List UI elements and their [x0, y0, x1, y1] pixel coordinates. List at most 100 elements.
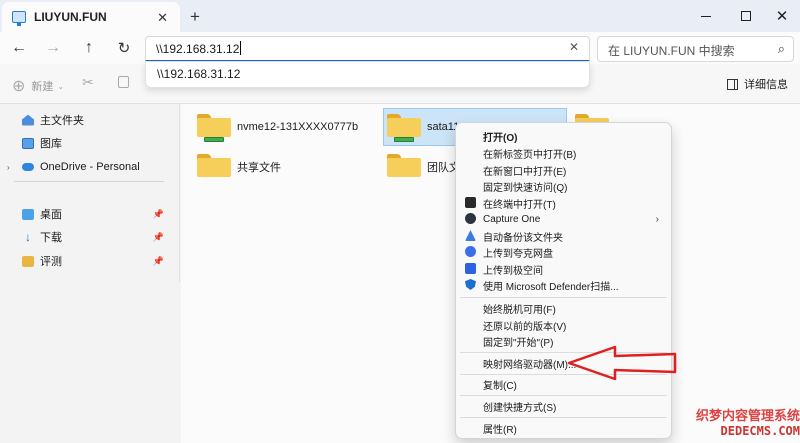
annotation-arrow-icon [567, 345, 677, 381]
network-folder-icon [197, 114, 231, 142]
sidebar-item-label: 图库 [40, 138, 62, 150]
menu-label: 打开(O) [483, 132, 518, 144]
folder-icon [387, 154, 421, 180]
menu-label: 在新窗口中打开(E) [483, 166, 567, 178]
menu-item-open-terminal[interactable]: 在终端中打开(T) [460, 195, 667, 211]
address-input[interactable]: \\192.168.31.12 ✕ [145, 36, 590, 62]
sidebar-divider [14, 181, 164, 182]
watermark-line1: 织梦内容管理系统 [695, 408, 800, 423]
menu-item-open[interactable]: 打开(O) [460, 128, 667, 144]
home-icon [22, 114, 34, 126]
maximize-icon [741, 11, 751, 21]
minimize-icon [701, 15, 711, 17]
chevron-right-icon: › [655, 213, 659, 225]
menu-item-pin-quick-access[interactable]: 固定到快速访问(Q) [460, 178, 667, 194]
menu-separator [460, 417, 667, 418]
title-bar: LIUYUN.FUN ✕ + ✕ [0, 0, 800, 32]
watermark-logo: 织梦内容管理系统 DEDECMS.COM [674, 405, 800, 443]
menu-label: 上传到极空间 [483, 265, 543, 277]
folder-item[interactable]: 共享文件 [197, 148, 377, 186]
up-button[interactable]: ↑ [78, 37, 100, 59]
terminal-icon [465, 197, 476, 208]
forward-button[interactable]: → [42, 37, 64, 59]
watermark-line2: DEDECMS.COM [720, 424, 800, 438]
menu-item-upload-quark[interactable]: 上传到夸克网盘 [460, 244, 667, 260]
folder-name: 共享文件 [237, 162, 281, 174]
backup-icon [465, 230, 476, 241]
sidebar-item-label: 桌面 [40, 209, 62, 221]
clear-address-icon[interactable]: ✕ [569, 40, 579, 54]
tab-liuyun[interactable]: LIUYUN.FUN ✕ [2, 2, 180, 32]
details-label: 详细信息 [744, 79, 788, 91]
maximize-button[interactable] [726, 0, 766, 32]
menu-label: 还原以前的版本(V) [483, 321, 567, 333]
sidebar-scrollbar[interactable] [172, 104, 180, 282]
menu-item-auto-backup[interactable]: 自动备份该文件夹 [460, 228, 667, 244]
menu-item-defender-scan[interactable]: 使用 Microsoft Defender扫描... [460, 277, 667, 293]
menu-label: 映射网络驱动器(M)... [483, 359, 577, 371]
menu-label: 在终端中打开(T) [483, 199, 556, 211]
search-input[interactable]: 在 LIUYUN.FUN 中搜索 ⌕ [597, 36, 794, 62]
menu-item-restore-versions[interactable]: 还原以前的版本(V) [460, 317, 667, 333]
menu-item-open-new-window[interactable]: 在新窗口中打开(E) [460, 162, 667, 178]
tab-title: LIUYUN.FUN [34, 10, 107, 24]
menu-label: 使用 Microsoft Defender扫描... [483, 281, 619, 293]
menu-label: 复制(C) [483, 380, 517, 392]
search-placeholder: 在 LIUYUN.FUN 中搜索 [608, 44, 735, 58]
menu-label: 上传到夸克网盘 [483, 248, 553, 260]
sidebar-item-downloads[interactable]: ↓ 下载 📌 [0, 226, 172, 248]
context-menu: 打开(O) 在新标签页中打开(B) 在新窗口中打开(E) 固定到快速访问(Q) … [455, 122, 672, 439]
sidebar-item-gallery[interactable]: 图库 [0, 132, 172, 154]
desktop-icon [22, 208, 34, 220]
plus-icon: ⊕ [12, 78, 26, 95]
capture-one-icon [465, 213, 476, 224]
chevron-down-icon: ⌄ [57, 81, 65, 91]
menu-label: Capture One [483, 213, 541, 225]
menu-label: 固定到"开始"(P) [483, 337, 554, 349]
network-folder-icon [387, 114, 421, 142]
details-button[interactable]: 详细信息 [727, 76, 788, 92]
computer-icon [12, 11, 26, 26]
sidebar-item-home[interactable]: 主文件夹 [0, 109, 172, 131]
menu-item-capture-one[interactable]: Capture One › [460, 211, 667, 227]
close-window-button[interactable]: ✕ [762, 0, 800, 32]
tab-close-icon[interactable]: ✕ [157, 10, 168, 26]
menu-label: 创建快捷方式(S) [483, 402, 557, 414]
menu-item-open-new-tab[interactable]: 在新标签页中打开(B) [460, 145, 667, 161]
sidebar-item-review[interactable]: 评测 📌 [0, 250, 172, 272]
search-icon: ⌕ [777, 41, 785, 56]
copy-icon[interactable] [118, 76, 129, 88]
menu-item-create-shortcut[interactable]: 创建快捷方式(S) [460, 398, 667, 414]
new-tab-button[interactable]: + [190, 7, 200, 27]
quark-icon [465, 246, 476, 257]
pin-icon: 📌 [152, 255, 164, 266]
back-button[interactable]: ← [8, 37, 30, 59]
menu-label: 固定到快速访问(Q) [483, 182, 568, 194]
minimize-button[interactable] [686, 0, 726, 32]
sidebar-item-label: 评测 [40, 256, 62, 268]
folder-name: nvme12-131XXXX0777b [237, 121, 359, 133]
sidebar-item-label: 下载 [40, 232, 62, 244]
pin-icon: 📌 [152, 208, 164, 219]
address-suggestion[interactable]: \\192.168.31.12 [145, 61, 590, 88]
cut-icon[interactable]: ✂ [82, 74, 94, 91]
menu-item-properties[interactable]: 属性(R) [460, 420, 667, 436]
gallery-icon [22, 137, 34, 149]
menu-item-upload-jikongjian[interactable]: 上传到极空间 [460, 261, 667, 277]
chevron-right-icon[interactable]: › [7, 163, 10, 172]
details-pane-icon [727, 78, 738, 90]
sidebar-item-desktop[interactable]: 桌面 📌 [0, 203, 172, 225]
refresh-button[interactable]: ↻ [113, 37, 135, 59]
jikongjian-icon [465, 263, 476, 274]
menu-item-offline[interactable]: 始终脱机可用(F) [460, 300, 667, 316]
folder-item[interactable]: nvme12-131XXXX0777b [197, 108, 377, 146]
download-icon: ↓ [25, 229, 31, 244]
onedrive-icon [22, 163, 34, 171]
sidebar-item-onedrive[interactable]: › OneDrive - Personal [0, 156, 172, 178]
menu-separator [460, 395, 667, 396]
new-label: 新建 [31, 81, 54, 93]
folder-icon [22, 255, 34, 267]
new-button[interactable]: ⊕ 新建 ⌄ [12, 76, 64, 96]
pin-icon: 📌 [152, 231, 164, 242]
menu-label: 自动备份该文件夹 [483, 232, 563, 244]
